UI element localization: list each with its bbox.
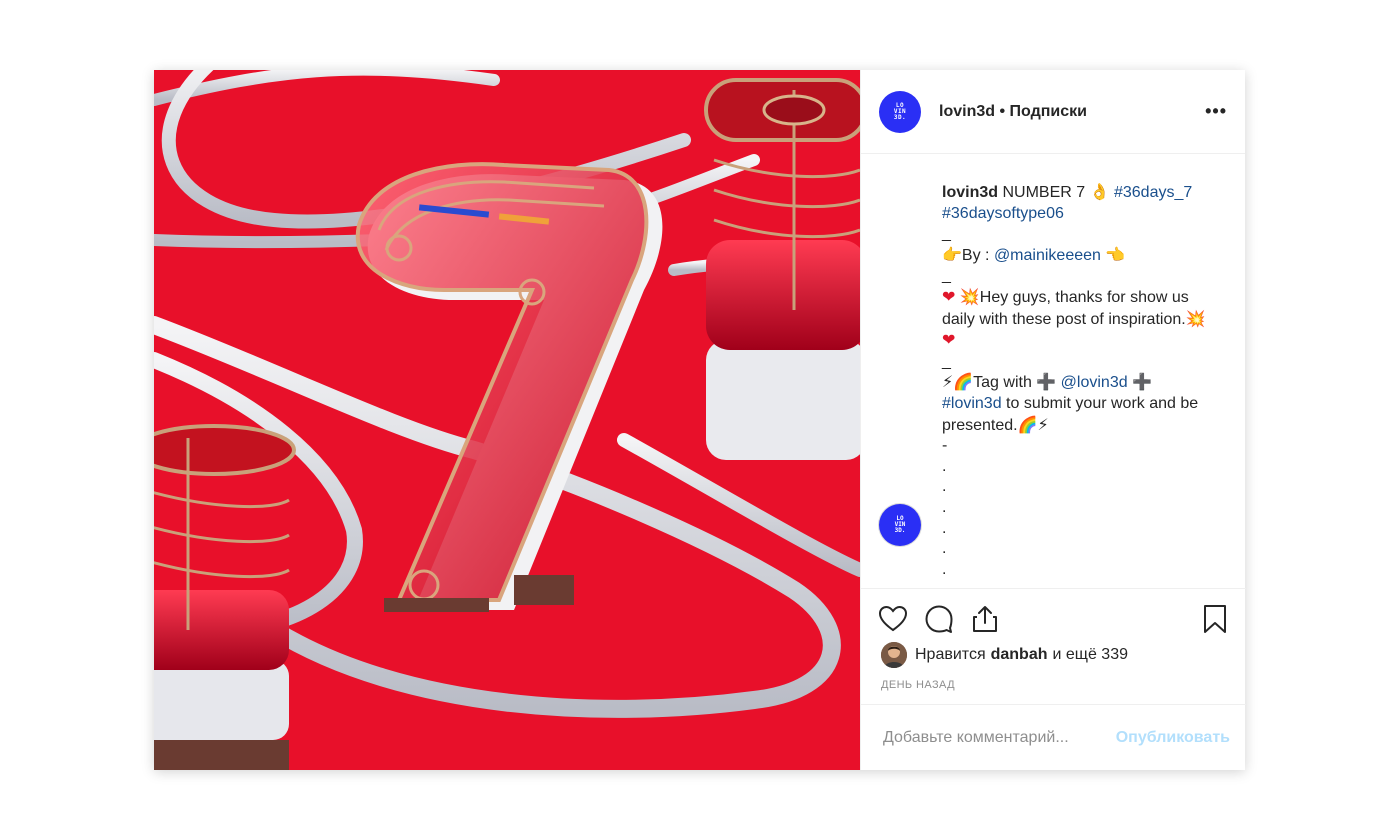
comment-input[interactable] xyxy=(881,727,1110,748)
post-card: LO VIN 3D. lovin3d • Подписки ••• lovin3… xyxy=(154,70,1246,770)
post-image[interactable] xyxy=(154,70,860,770)
bookmark-icon[interactable] xyxy=(1200,603,1230,635)
hashtag-link[interactable]: #lovin3d xyxy=(942,395,1002,412)
author-separator: • xyxy=(995,102,1010,120)
caption-line: _ xyxy=(942,267,951,285)
ok-hand-emoji: 👌 xyxy=(1089,182,1110,201)
avatar-text-line: 3D. xyxy=(894,527,906,534)
mention-link[interactable]: @mainikeeeen xyxy=(994,247,1101,264)
collision-emoji: 💥 xyxy=(1185,308,1206,328)
caption-text: By : xyxy=(961,246,994,264)
caption-text: Hey guys, thanks for show us xyxy=(979,288,1189,306)
caption-dot: . xyxy=(942,519,947,537)
caption-dot: . xyxy=(942,498,947,516)
action-bar xyxy=(861,588,1246,648)
comment-icon[interactable] xyxy=(923,603,955,635)
hashtag-link[interactable]: #36daysoftype06 xyxy=(942,205,1064,222)
author-username[interactable]: lovin3d xyxy=(939,103,995,120)
hashtag-link[interactable]: #36days_7 xyxy=(1114,184,1192,201)
caption-line: lovin3d NUMBER 7 👌 #36days_7 xyxy=(942,182,1232,204)
pointing-right-emoji: 👉 xyxy=(942,244,962,264)
likes-line: Нравится danbah и ещё 339 xyxy=(881,642,1128,668)
post-date[interactable]: ДЕНЬ НАЗАД xyxy=(881,679,955,691)
author-avatar[interactable]: LO VIN 3D. xyxy=(879,90,921,133)
heart-icon[interactable] xyxy=(877,603,909,635)
author-line: lovin3d • Подписки xyxy=(939,103,1087,121)
number-seven-artwork xyxy=(154,70,860,770)
plus-emoji: ➕ xyxy=(1036,372,1057,392)
plus-emoji: ➕ xyxy=(1132,372,1152,392)
caption-dot: . xyxy=(942,540,947,558)
caption-line: daily with these post of inspiration.💥 xyxy=(942,309,1232,331)
rainbow-emoji: 🌈 xyxy=(1017,414,1038,434)
caption-avatar[interactable]: LO VIN 3D. xyxy=(879,504,921,546)
lightning-emoji: ⚡ xyxy=(942,372,954,392)
caption-line: - xyxy=(942,437,948,455)
caption-dot: . xyxy=(942,457,947,475)
caption-line: ❤ xyxy=(942,330,1232,352)
caption-line: presented.🌈⚡ xyxy=(942,415,1232,437)
caption-line: _ xyxy=(942,225,951,243)
rainbow-emoji: 🌈 xyxy=(953,372,974,392)
caption: lovin3d NUMBER 7 👌 #36days_7 #36daysofty… xyxy=(942,182,1232,580)
likes-prefix: Нравится xyxy=(915,646,986,663)
caption-text: Tag with xyxy=(973,374,1037,392)
likes-user[interactable]: danbah xyxy=(991,646,1048,664)
liker-avatar[interactable] xyxy=(881,642,907,668)
caption-text: presented. xyxy=(942,416,1018,434)
share-icon[interactable] xyxy=(969,603,1001,635)
pointing-left-emoji: 👈 xyxy=(1105,244,1126,264)
mention-link[interactable]: @lovin3d xyxy=(1061,374,1128,391)
liker-avatar-picture xyxy=(881,642,907,668)
caption-line: _ xyxy=(942,352,951,370)
post-panel: LO VIN 3D. lovin3d • Подписки ••• lovin3… xyxy=(860,70,1246,770)
likes-count[interactable]: и ещё 339 xyxy=(1053,646,1128,664)
caption-text: daily with these post of inspiration. xyxy=(942,310,1186,328)
heart-emoji: ❤ xyxy=(942,330,956,350)
follow-status[interactable]: Подписки xyxy=(1010,103,1087,120)
caption-username[interactable]: lovin3d xyxy=(942,184,998,201)
avatar-text-line: 3D. xyxy=(893,113,907,121)
caption-line: ❤ 💥Hey guys, thanks for show us xyxy=(942,287,1232,309)
collision-emoji: 💥 xyxy=(959,286,980,306)
caption-line: #36daysoftype06 xyxy=(942,204,1232,225)
heart-emoji: ❤ xyxy=(942,286,956,306)
caption-text: NUMBER 7 xyxy=(1002,184,1086,201)
caption-dot: . xyxy=(942,478,947,496)
caption-dot: . xyxy=(942,560,947,578)
caption-text: to submit your work and be xyxy=(1001,394,1199,412)
comment-bar: Опубликовать xyxy=(861,704,1246,770)
lightning-emoji: ⚡ xyxy=(1037,414,1049,434)
post-header: LO VIN 3D. lovin3d • Подписки ••• xyxy=(861,70,1245,154)
caption-line: 👉By : @mainikeeeen 👈 xyxy=(942,245,1232,267)
more-icon[interactable]: ••• xyxy=(1205,101,1227,122)
caption-line: #lovin3d to submit your work and be xyxy=(942,394,1232,415)
caption-line: ⚡🌈Tag with ➕ @lovin3d ➕ xyxy=(942,372,1232,394)
publish-button[interactable]: Опубликовать xyxy=(1110,728,1236,748)
